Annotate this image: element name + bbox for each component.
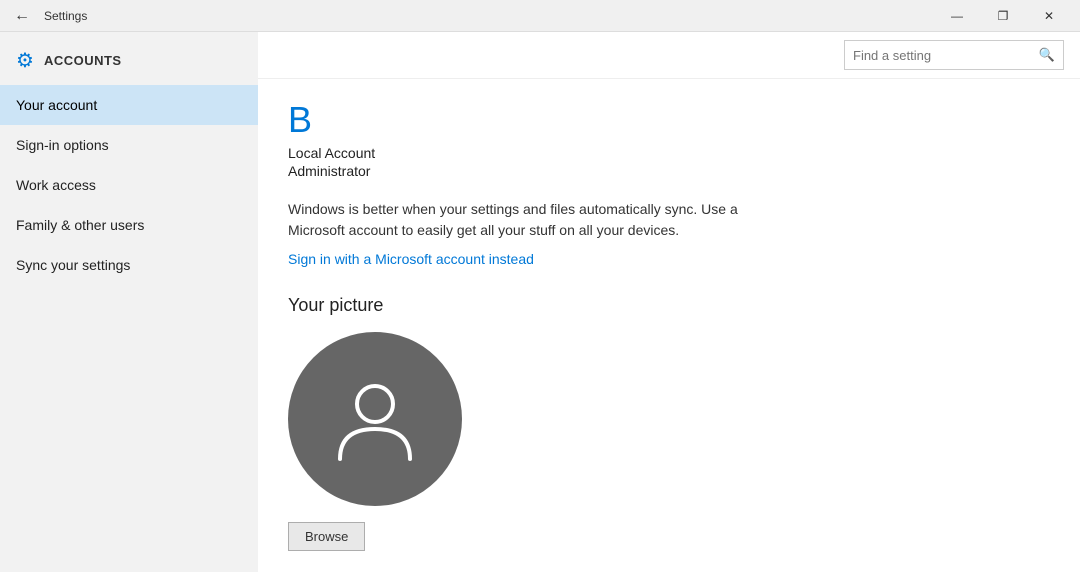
sidebar-item-sync-settings[interactable]: Sync your settings xyxy=(0,245,258,285)
person-icon xyxy=(330,374,420,464)
search-input[interactable] xyxy=(853,48,1039,63)
avatar-circle xyxy=(288,332,462,506)
sidebar-nav: Your account Sign-in options Work access… xyxy=(0,85,258,285)
sidebar-header: ⚙ ACCOUNTS xyxy=(0,32,258,85)
sidebar-item-work-access[interactable]: Work access xyxy=(0,165,258,205)
sidebar-item-your-account[interactable]: Your account xyxy=(0,85,258,125)
app-body: ⚙ ACCOUNTS Your account Sign-in options … xyxy=(0,32,1080,572)
sidebar-item-sign-in-options[interactable]: Sign-in options xyxy=(0,125,258,165)
search-box[interactable]: 🔍 xyxy=(844,40,1064,70)
sync-info-text: Windows is better when your settings and… xyxy=(288,199,788,241)
browse-button[interactable]: Browse xyxy=(288,522,365,551)
content-area: 🔍 B Local Account Administrator Windows … xyxy=(258,32,1080,572)
sidebar-item-family-other-users[interactable]: Family & other users xyxy=(0,205,258,245)
content-scroll[interactable]: B Local Account Administrator Windows is… xyxy=(258,79,1080,572)
account-type: Administrator xyxy=(288,163,1050,179)
ms-account-link[interactable]: Sign in with a Microsoft account instead xyxy=(288,251,534,267)
window-controls: — ❐ ✕ xyxy=(934,0,1072,32)
minimize-button[interactable]: — xyxy=(934,0,980,32)
sidebar: ⚙ ACCOUNTS Your account Sign-in options … xyxy=(0,32,258,572)
your-picture-title: Your picture xyxy=(288,295,1050,316)
back-icon: ← xyxy=(14,7,30,25)
search-icon: 🔍 xyxy=(1039,47,1055,63)
account-name: Local Account xyxy=(288,145,1050,161)
content-top-bar: 🔍 xyxy=(258,32,1080,79)
title-bar: ← Settings — ❐ ✕ xyxy=(0,0,1080,32)
account-avatar-letter: B xyxy=(288,99,1050,141)
window-title: Settings xyxy=(44,9,87,23)
person-svg xyxy=(330,374,420,464)
close-button[interactable]: ✕ xyxy=(1026,0,1072,32)
restore-button[interactable]: ❐ xyxy=(980,0,1026,32)
gear-icon: ⚙ xyxy=(16,48,34,73)
sidebar-app-title: ACCOUNTS xyxy=(44,53,122,68)
title-bar-left: ← Settings xyxy=(8,3,87,29)
back-button[interactable]: ← xyxy=(8,3,36,29)
